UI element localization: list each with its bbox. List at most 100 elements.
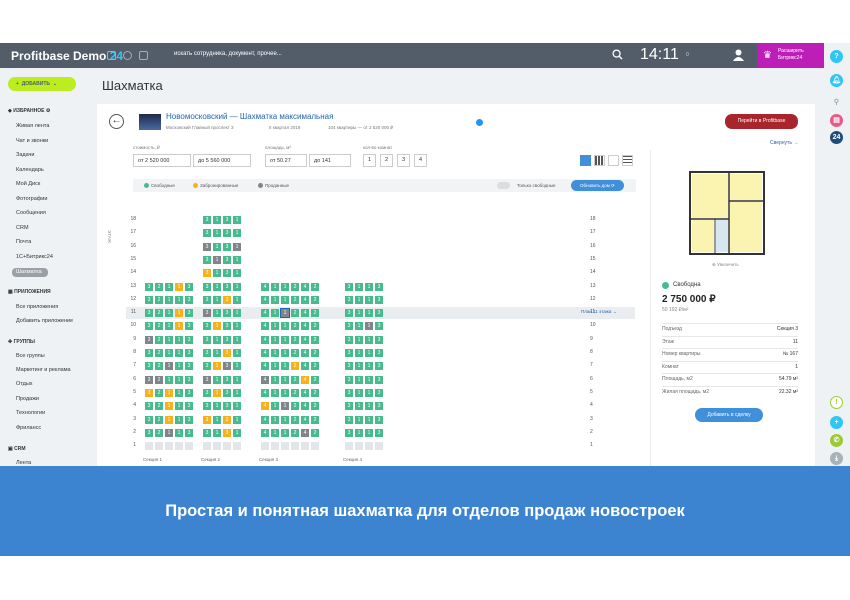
apartment-cell[interactable]: 4 bbox=[301, 296, 309, 304]
apartment-cell[interactable]: 4 bbox=[301, 376, 309, 384]
apartment-cell[interactable] bbox=[175, 442, 183, 450]
apartment-cell[interactable]: 4 bbox=[261, 389, 269, 397]
apartment-cell[interactable]: 1 bbox=[271, 362, 279, 370]
apartment-cell[interactable] bbox=[261, 442, 269, 450]
apartment-cell[interactable]: 1 bbox=[233, 349, 241, 357]
sidebar-item-photos[interactable]: Фотографии bbox=[16, 196, 47, 202]
calendar-icon[interactable]: ▤ bbox=[830, 114, 843, 127]
apartment-cell[interactable]: 1 bbox=[165, 296, 173, 304]
apartment-cell[interactable]: 3 bbox=[185, 389, 193, 397]
sidebar-item-tasks[interactable]: Задачи bbox=[16, 152, 34, 158]
apartment-cell[interactable]: 4 bbox=[301, 402, 309, 410]
apartment-cell[interactable]: 1 bbox=[165, 283, 173, 291]
apartment-cell[interactable]: 1 bbox=[213, 309, 221, 317]
apartment-cell[interactable]: 3 bbox=[223, 429, 231, 437]
apartment-cell[interactable]: 2 bbox=[311, 389, 319, 397]
apartment-cell[interactable]: 1 bbox=[271, 376, 279, 384]
apartment-cell[interactable]: 1 bbox=[213, 269, 221, 277]
apartment-cell[interactable]: 3 bbox=[345, 362, 353, 370]
apartment-cell[interactable]: 2 bbox=[291, 336, 299, 344]
apartment-cell[interactable]: 1 bbox=[165, 349, 173, 357]
only-free-toggle[interactable] bbox=[497, 182, 510, 189]
apartment-cell[interactable]: 2 bbox=[311, 362, 319, 370]
apartment-cell[interactable]: 1 bbox=[281, 376, 289, 384]
apartment-cell[interactable]: 1 bbox=[233, 269, 241, 277]
sidebar-item-crm[interactable]: CRM bbox=[16, 225, 29, 231]
apartment-cell[interactable]: 2 bbox=[311, 376, 319, 384]
apartment-cell[interactable]: 4 bbox=[261, 322, 269, 330]
apartment-cell[interactable] bbox=[291, 442, 299, 450]
apartment-cell[interactable]: 1 bbox=[271, 296, 279, 304]
apartment-cell[interactable]: 3 bbox=[345, 322, 353, 330]
clock[interactable]: 14:11 bbox=[640, 46, 679, 64]
sidebar-item-drive[interactable]: Мой Диск bbox=[16, 181, 40, 187]
search-icon[interactable] bbox=[612, 49, 623, 60]
apartment-cell[interactable]: 3 bbox=[185, 429, 193, 437]
apartment-cell[interactable] bbox=[185, 442, 193, 450]
apartment-cell[interactable]: 4 bbox=[261, 309, 269, 317]
apartment-cell[interactable]: 1 bbox=[213, 416, 221, 424]
apartment-cell[interactable]: 1 bbox=[365, 429, 373, 437]
apartment-cell[interactable]: 2 bbox=[291, 309, 299, 317]
apartment-cell[interactable]: 3 bbox=[145, 389, 153, 397]
apartment-cell[interactable]: 3 bbox=[375, 376, 383, 384]
apartment-cell[interactable]: 3 bbox=[145, 309, 153, 317]
apartment-cell[interactable]: 3 bbox=[223, 296, 231, 304]
timer-icon[interactable]: ! bbox=[830, 396, 843, 409]
phone-icon[interactable]: ✆ bbox=[830, 434, 843, 447]
apartment-cell[interactable]: 1 bbox=[280, 308, 290, 318]
apartment-cell[interactable]: 1 bbox=[213, 376, 221, 384]
apartment-cell[interactable]: 1 bbox=[233, 362, 241, 370]
project-title[interactable]: Новомосковский — Шахматка максимальная bbox=[166, 112, 333, 121]
apartment-cell[interactable]: 2 bbox=[155, 309, 163, 317]
apartment-cell[interactable]: 3 bbox=[203, 429, 211, 437]
apartment-cell[interactable]: 1 bbox=[213, 349, 221, 357]
download-icon[interactable]: ⤓ bbox=[830, 452, 843, 465]
apartment-cell[interactable]: 3 bbox=[203, 229, 211, 237]
single-view-icon[interactable] bbox=[608, 155, 619, 166]
apartment-cell[interactable]: 4 bbox=[261, 336, 269, 344]
apartment-cell[interactable]: 3 bbox=[145, 362, 153, 370]
apartment-cell[interactable]: 1 bbox=[355, 322, 363, 330]
apartment-cell[interactable]: 2 bbox=[311, 429, 319, 437]
apartment-cell[interactable]: 1 bbox=[271, 322, 279, 330]
add-to-deal-button[interactable]: Добавить в сделку bbox=[695, 408, 763, 422]
apartment-cell[interactable]: 3 bbox=[203, 362, 211, 370]
apartment-cell[interactable]: 2 bbox=[155, 429, 163, 437]
apartment-cell[interactable]: 3 bbox=[185, 416, 193, 424]
apartment-cell[interactable]: 2 bbox=[291, 283, 299, 291]
apartment-cell[interactable]: 3 bbox=[375, 429, 383, 437]
add-button[interactable]: + ДОБАВИТЬ ⌄ bbox=[8, 77, 76, 91]
apartment-cell[interactable]: 4 bbox=[261, 362, 269, 370]
apartment-cell[interactable]: 4 bbox=[301, 349, 309, 357]
apartment-cell[interactable]: 3 bbox=[345, 349, 353, 357]
apartment-cell[interactable] bbox=[233, 442, 241, 450]
apartment-cell[interactable]: 1 bbox=[213, 429, 221, 437]
apartment-cell[interactable]: 1 bbox=[365, 402, 373, 410]
apartment-cell[interactable]: 2 bbox=[155, 322, 163, 330]
help-icon[interactable]: ? bbox=[830, 50, 843, 63]
apartment-cell[interactable]: 2 bbox=[155, 336, 163, 344]
apartment-cell[interactable]: 3 bbox=[185, 376, 193, 384]
apartment-cell[interactable]: 3 bbox=[203, 416, 211, 424]
apartment-cell[interactable]: 3 bbox=[185, 349, 193, 357]
bell-icon[interactable]: 🔔︎ bbox=[830, 74, 843, 87]
apartment-cell[interactable]: 4 bbox=[261, 416, 269, 424]
apartment-cell[interactable]: 3 bbox=[203, 322, 211, 330]
apartment-cell[interactable]: 1 bbox=[365, 349, 373, 357]
apartment-cell[interactable]: 1 bbox=[175, 376, 183, 384]
apartment-cell[interactable]: 3 bbox=[345, 336, 353, 344]
apartment-cell[interactable]: 3 bbox=[223, 309, 231, 317]
apartment-cell[interactable]: 3 bbox=[345, 296, 353, 304]
apartment-cell[interactable]: 1 bbox=[365, 389, 373, 397]
apartment-cell[interactable]: 3 bbox=[145, 349, 153, 357]
apartment-cell[interactable]: 1 bbox=[175, 362, 183, 370]
apartment-cell[interactable]: 1 bbox=[175, 309, 183, 317]
apartment-cell[interactable]: 1 bbox=[233, 336, 241, 344]
apartment-cell[interactable]: 4 bbox=[261, 376, 269, 384]
apartment-cell[interactable] bbox=[301, 442, 309, 450]
apartment-cell[interactable]: 3 bbox=[223, 256, 231, 264]
apartment-cell[interactable]: 1 bbox=[165, 309, 173, 317]
apartment-cell[interactable]: 3 bbox=[223, 416, 231, 424]
apartment-cell[interactable]: 1 bbox=[213, 229, 221, 237]
